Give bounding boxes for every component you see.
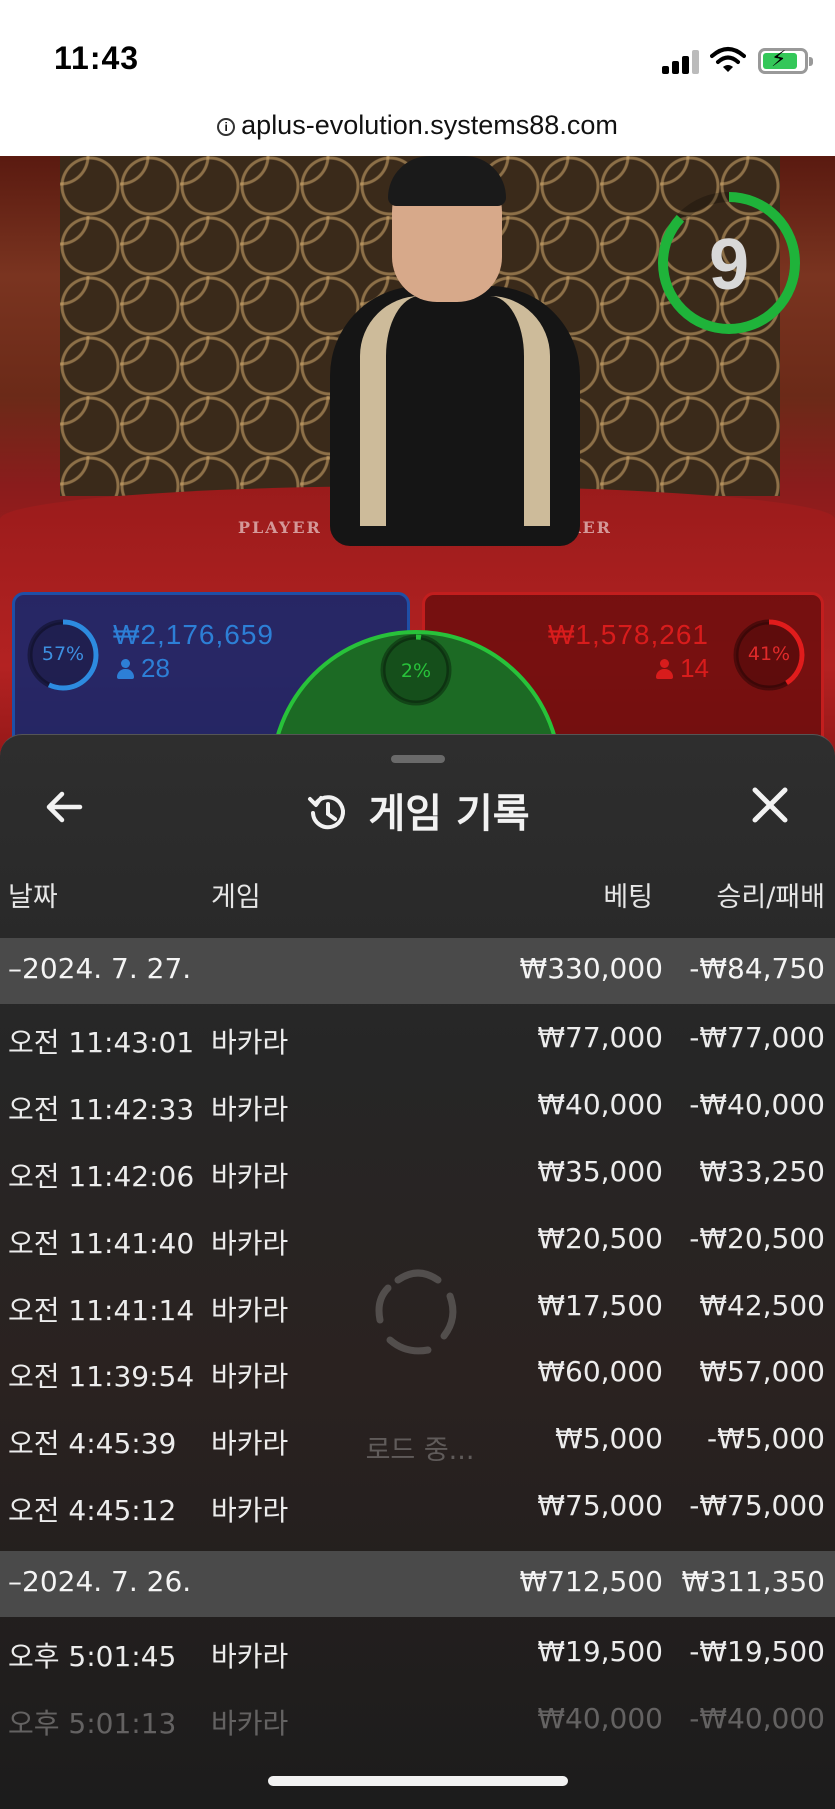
row-game: 바카라 [211,1160,289,1193]
column-bet: 베팅 [603,882,653,913]
app-screen: 11:43 ⚡ i aplus-evolution.systems88.com P… [0,0,835,1809]
person-icon [656,659,674,679]
person-icon [117,659,134,679]
url-label: aplus-evolution.systems88.com [241,110,618,140]
row-game: 바카라 [211,1640,289,1673]
table-row[interactable]: 오전 11:42:33 바카라 ₩40,000 -₩40,000 [0,1074,835,1140]
loading-spinner-icon [375,1269,457,1355]
table-row[interactable]: 오전 4:45:12 바카라 ₩75,000 -₩75,000 [0,1475,835,1541]
row-time: 오전 4:45:12 [8,1494,177,1527]
row-bet: ₩77,000 [537,1021,663,1054]
row-win-loss: -₩75,000 [689,1489,825,1522]
banker-total-bet: ₩1,578,261 [548,619,709,650]
group-bet-total: ₩712,500 [519,1565,663,1598]
row-time: 오후 5:01:13 [8,1707,177,1740]
table-row[interactable]: 오후 5:01:13 바카라 ₩40,000 -₩40,000 [0,1688,835,1754]
row-game: 바카라 [211,1294,289,1327]
url-text[interactable]: i aplus-evolution.systems88.com [217,110,618,141]
sheet-title: 게임 기록 [368,791,530,837]
table-row[interactable]: 오후 5:01:45 바카라 ₩19,500 -₩19,500 [0,1621,835,1687]
row-bet: ₩17,500 [537,1289,663,1322]
row-bet: ₩40,000 [537,1088,663,1121]
info-icon[interactable]: i [217,118,236,136]
row-game: 바카라 [211,1707,289,1740]
row-time: 오전 11:39:54 [8,1360,195,1393]
wifi-icon [710,47,746,72]
dealer-vest [360,296,550,526]
row-bet: ₩35,000 [537,1155,663,1188]
row-win-loss: -₩20,500 [689,1222,825,1255]
banker-count-value: 14 [680,653,709,683]
row-win-loss: -₩40,000 [689,1702,825,1735]
group-bet-total: ₩330,000 [519,952,663,985]
date-group-header[interactable]: –2024. 7. 26. ₩712,500 ₩311,350 [0,1551,835,1617]
close-icon[interactable] [746,781,794,829]
row-win-loss: ₩33,250 [699,1155,825,1188]
column-game: 게임 [211,882,261,913]
cellular-signal-icon [662,50,700,74]
row-time: 오전 11:41:14 [8,1294,195,1327]
loading-text: 로드 중... [365,1435,475,1466]
home-indicator[interactable] [268,1776,568,1786]
battery-charging-icon: ⚡ [758,47,813,74]
group-win-loss-total: ₩311,350 [681,1565,825,1598]
row-win-loss: -₩5,000 [707,1422,825,1455]
row-game: 바카라 [211,1360,289,1393]
row-bet: ₩20,500 [537,1222,663,1255]
row-bet: ₩75,000 [537,1489,663,1522]
row-time: 오전 4:45:39 [8,1427,177,1460]
row-win-loss: ₩42,500 [699,1289,825,1322]
row-game: 바카라 [211,1093,289,1126]
group-date: –2024. 7. 27. [8,952,192,985]
browser-url-bar[interactable]: i aplus-evolution.systems88.com [0,96,835,156]
row-win-loss: ₩57,000 [699,1355,825,1388]
tie-percent: 2% [400,660,432,682]
row-time: 오후 5:01:45 [8,1640,177,1673]
sheet-drag-handle[interactable] [391,755,445,763]
column-date: 날짜 [8,882,58,913]
row-time: 오전 11:42:33 [8,1093,195,1126]
player-count-value: 28 [141,653,170,683]
row-game: 바카라 [211,1427,289,1460]
column-win-loss: 승리/패배 [716,882,825,913]
row-game: 바카라 [211,1026,289,1059]
row-time: 오전 11:41:40 [8,1227,195,1260]
row-bet: ₩40,000 [537,1702,663,1735]
date-group-header[interactable]: –2024. 7. 27. ₩330,000 -₩84,750 [0,938,835,1004]
history-clock-icon [308,795,346,830]
felt-player-label: PLAYER [238,518,322,537]
row-time: 오전 11:43:01 [8,1026,195,1059]
group-date: –2024. 7. 26. [8,1565,192,1598]
banker-percent: 41% [747,643,791,665]
player-count: 28 [117,653,170,684]
row-bet: ₩19,500 [537,1635,663,1668]
history-table-header: 날짜 게임 베팅 승리/패배 [0,875,835,923]
row-win-loss: -₩19,500 [689,1635,825,1668]
row-bet: ₩60,000 [537,1355,663,1388]
status-time: 11:43 [54,40,140,76]
table-row[interactable]: 오전 11:43:01 바카라 ₩77,000 -₩77,000 [0,1007,835,1073]
live-video-stream: PLAYER BANKER 9 57% ₩2,176,659 28 ₩1,578… [0,156,835,756]
row-time: 오전 11:42:06 [8,1160,195,1193]
status-bar: 11:43 ⚡ [0,0,835,96]
sheet-header: 게임 기록 [0,781,835,839]
dealer-hair [388,156,506,206]
group-win-loss-total: -₩84,750 [689,952,825,985]
row-game: 바카라 [211,1227,289,1260]
player-percent: 57% [41,643,85,665]
row-game: 바카라 [211,1494,289,1527]
row-win-loss: -₩77,000 [689,1021,825,1054]
row-bet: ₩5,000 [555,1422,663,1455]
player-total-bet: ₩2,176,659 [113,619,274,650]
countdown-timer-value: 9 [708,225,750,305]
table-row[interactable]: 오전 11:42:06 바카라 ₩35,000 ₩33,250 [0,1141,835,1207]
banker-count: 14 [656,653,709,684]
row-win-loss: -₩40,000 [689,1088,825,1121]
